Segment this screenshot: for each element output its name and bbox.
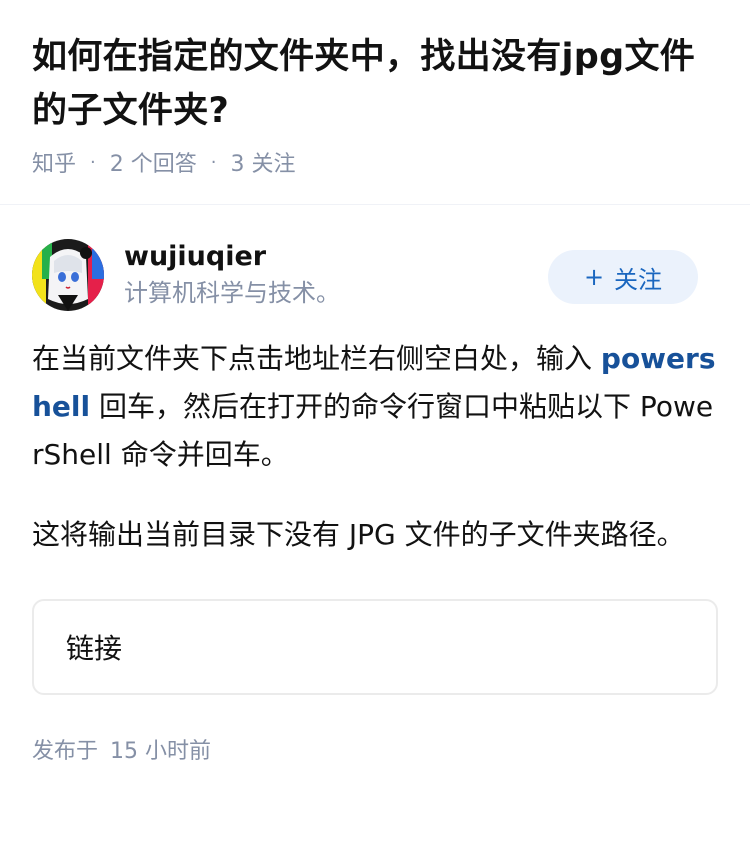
answer-content: 在当前文件夹下点击地址栏右侧空白处，输入 powershell 回车，然后在打开…: [32, 335, 718, 559]
question-title[interactable]: 如何在指定的文件夹中，找出没有jpg文件的子文件夹?: [32, 30, 718, 138]
author-row: wujiuqier 计算机科学与技术。 + 关注: [32, 237, 718, 313]
author-name[interactable]: wujiuqier: [124, 239, 340, 275]
question-meta: 知乎 · 2 个回答 · 3 关注: [32, 146, 718, 178]
meta-separator: ·: [90, 151, 96, 173]
avatar[interactable]: [32, 239, 104, 311]
plus-icon: +: [583, 263, 605, 291]
content-text: 在当前文件夹下点击地址栏右侧空白处，输入: [32, 342, 601, 375]
content-paragraph: 在当前文件夹下点击地址栏右侧空白处，输入 powershell 回车，然后在打开…: [32, 335, 718, 479]
question-header: 如何在指定的文件夹中，找出没有jpg文件的子文件夹? 知乎 · 2 个回答 · …: [0, 0, 750, 178]
content-paragraph: 这将输出当前目录下没有 JPG 文件的子文件夹路径。: [32, 518, 685, 551]
follow-label: 关注: [614, 265, 663, 294]
author-bio: 计算机科学与技术。: [124, 279, 340, 307]
avatar-illustration-icon: [32, 239, 104, 311]
followers-count[interactable]: 3 关注: [230, 146, 295, 178]
meta-separator: ·: [210, 151, 217, 173]
publish-time: 发布于 15 小时前: [32, 733, 718, 765]
publish-prefix: 发布于: [32, 739, 99, 764]
link-card[interactable]: 链接: [32, 599, 718, 695]
answers-count[interactable]: 2 个回答: [110, 146, 197, 178]
follow-button[interactable]: + 关注: [548, 250, 698, 304]
author-info: wujiuqier 计算机科学与技术。: [124, 239, 340, 311]
source-label[interactable]: 知乎: [32, 146, 76, 178]
link-card-label: 链接: [66, 632, 123, 665]
publish-time-value: 15 小时前: [110, 739, 212, 764]
answer-card: wujiuqier 计算机科学与技术。 + 关注 在当前文件夹下点击地址栏右侧空…: [0, 205, 750, 765]
content-text: 回车，然后在打开的命令行窗口中粘贴以下 PowerShell 命令并回车。: [32, 390, 714, 471]
